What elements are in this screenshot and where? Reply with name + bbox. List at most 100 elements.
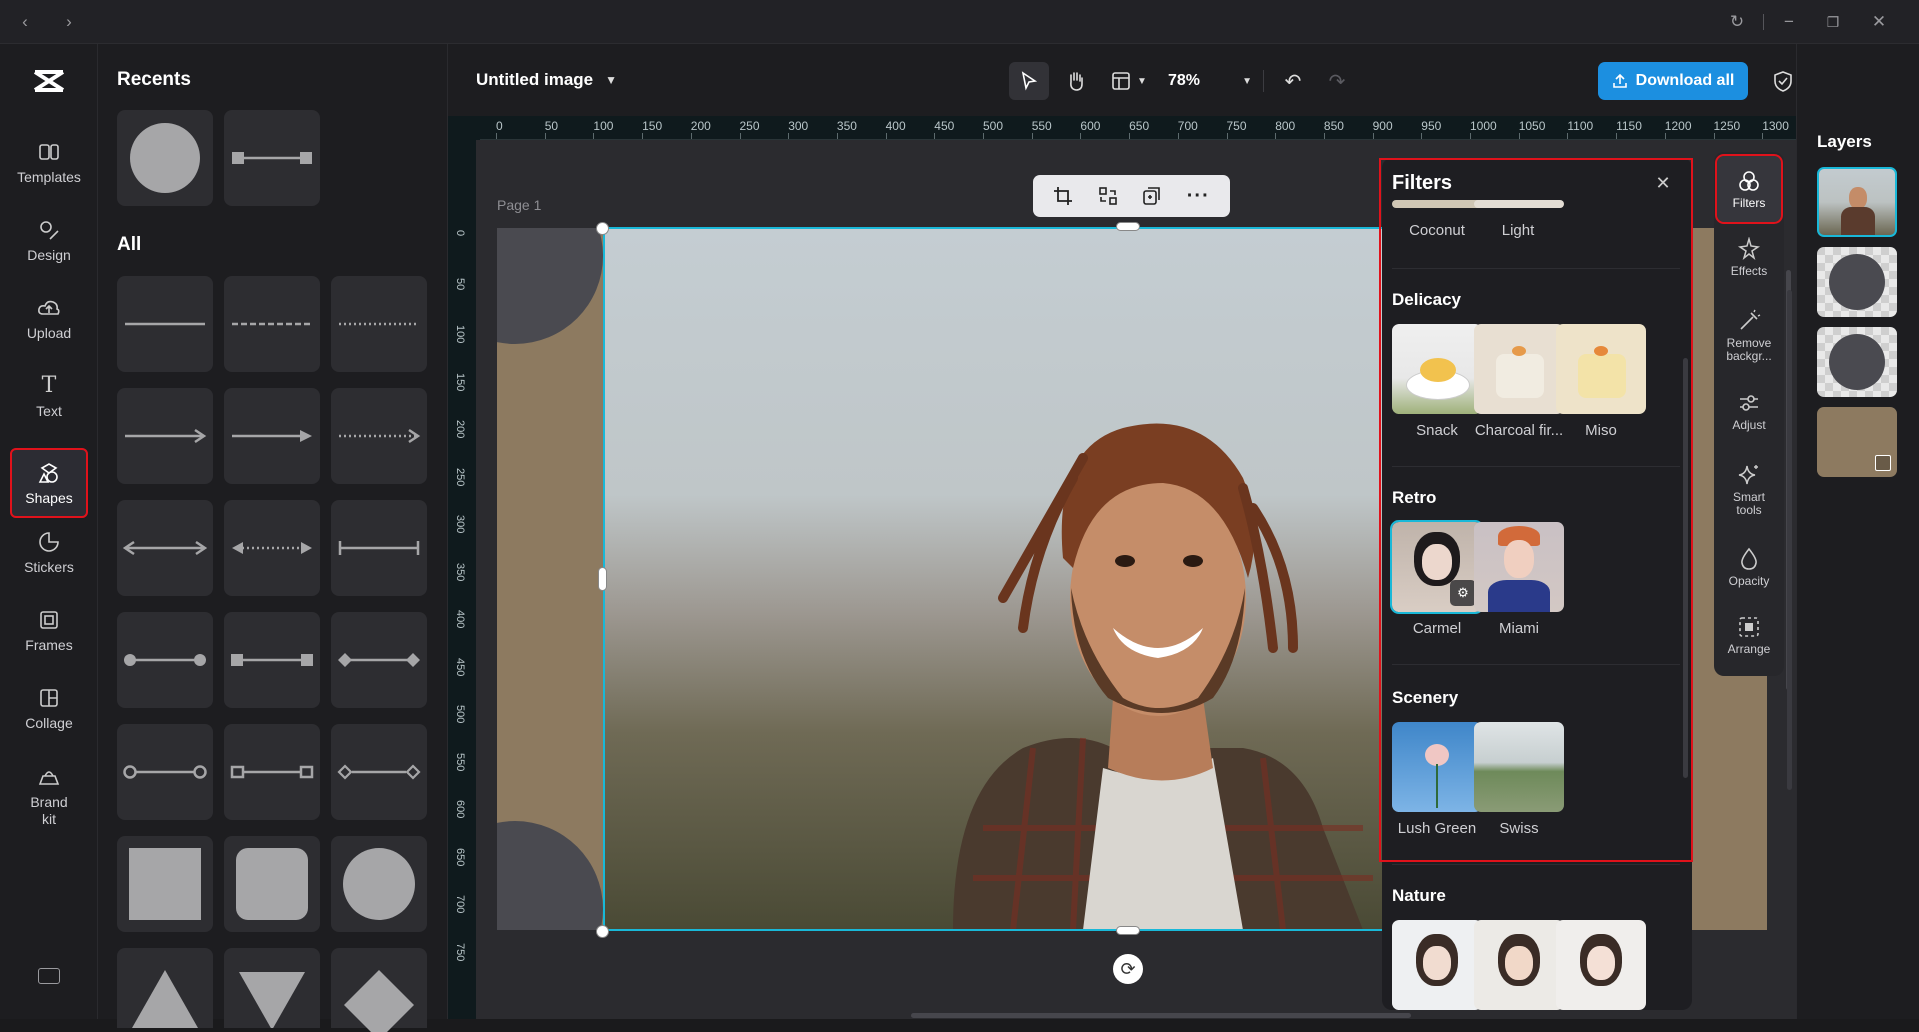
filter-miso[interactable]: [1556, 324, 1646, 414]
tool-opacity[interactable]: Opacity: [1714, 546, 1784, 588]
layer-photo[interactable]: [1817, 167, 1897, 237]
nav-design[interactable]: Design: [10, 206, 88, 274]
document-title-dropdown[interactable]: Untitled image ▼: [476, 70, 617, 90]
smart-tools-sparkle-icon: [1736, 462, 1762, 488]
layer-background[interactable]: [1817, 407, 1897, 477]
crop-icon[interactable]: [1053, 186, 1073, 206]
redo-icon[interactable]: ↷: [1322, 66, 1352, 96]
shape-double-arrow[interactable]: [117, 500, 213, 596]
nav-text[interactable]: T Text: [10, 362, 88, 430]
filter-snack[interactable]: [1392, 324, 1482, 414]
nav-brand-kit[interactable]: Brand kit: [10, 756, 88, 836]
flip-icon[interactable]: [1098, 186, 1118, 206]
resize-handle-bottom[interactable]: [1116, 926, 1140, 935]
right-scrollbar[interactable]: [1787, 290, 1792, 790]
close-window-icon[interactable]: ✕: [1866, 10, 1892, 34]
more-options-icon[interactable]: ···: [1187, 185, 1210, 208]
filter-miami[interactable]: [1474, 522, 1564, 612]
app-logo-icon[interactable]: [31, 66, 67, 96]
chevron-down-icon: ▼: [1242, 76, 1252, 87]
shape-line-dot-ends[interactable]: [117, 612, 213, 708]
shape-square[interactable]: [117, 836, 213, 932]
horizontal-scrollbar[interactable]: [911, 1013, 1411, 1018]
filter-nature-2[interactable]: [1474, 920, 1564, 1010]
filter-carmel-selected[interactable]: ⚙: [1392, 522, 1482, 612]
keyboard-shortcuts-icon[interactable]: [38, 968, 60, 984]
shape-line-hollow-diamond-ends[interactable]: [331, 724, 427, 820]
shape-line-hollow-dot-ends[interactable]: [117, 724, 213, 820]
hollow-square-end-line-icon: [230, 764, 314, 780]
select-tool-button[interactable]: [1009, 62, 1049, 100]
close-filters-icon[interactable]: ✕: [1652, 172, 1674, 194]
recent-shape-circle[interactable]: [117, 110, 213, 206]
nav-templates[interactable]: Templates: [10, 128, 88, 196]
shape-rounded-square[interactable]: [224, 836, 320, 932]
nav-upload[interactable]: Upload: [10, 284, 88, 352]
resize-handle-bottom-left[interactable]: [596, 925, 609, 938]
shape-arrow-solid[interactable]: [224, 388, 320, 484]
rotate-handle-icon[interactable]: ⟳: [1113, 954, 1143, 984]
left-navigation: Templates Design Upload T Text Shapes St…: [0, 44, 98, 1019]
filters-scrollbar[interactable]: [1683, 358, 1688, 778]
shape-line-square-ends[interactable]: [224, 612, 320, 708]
nav-stickers[interactable]: Stickers: [10, 518, 88, 586]
shield-icon[interactable]: [1768, 66, 1798, 96]
tool-arrange[interactable]: Arrange: [1714, 614, 1784, 656]
resize-handle-top[interactable]: [1116, 222, 1140, 231]
tool-effects[interactable]: Effects: [1714, 236, 1784, 278]
duplicate-icon[interactable]: [1142, 186, 1162, 206]
undo-icon[interactable]: ↶: [1278, 66, 1308, 96]
tool-remove-background[interactable]: Remove backgr...: [1714, 308, 1784, 363]
filter-nature-1[interactable]: [1392, 920, 1482, 1010]
filter-thumb-light[interactable]: [1474, 200, 1564, 208]
resize-handle-left[interactable]: [598, 567, 607, 591]
filter-lush-green[interactable]: [1392, 722, 1482, 812]
background-edit-icon[interactable]: [1875, 455, 1891, 471]
shape-line-dashed[interactable]: [224, 276, 320, 372]
shape-inverted-triangle[interactable]: [224, 948, 320, 1028]
restore-icon[interactable]: ❐: [1820, 10, 1846, 34]
adjust-filter-icon[interactable]: ⚙: [1450, 580, 1476, 606]
shape-double-arrow-dotted[interactable]: [224, 500, 320, 596]
nav-collage[interactable]: Collage: [10, 674, 88, 742]
filter-nature-3[interactable]: [1556, 920, 1646, 1010]
shape-line-solid[interactable]: [117, 276, 213, 372]
circle-shape-bottom[interactable]: [497, 821, 603, 930]
shape-circle[interactable]: [331, 836, 427, 932]
shape-line-diamond-ends[interactable]: [331, 612, 427, 708]
zoom-dropdown[interactable]: 78% ▼: [1168, 64, 1252, 98]
shape-line-bar-ends[interactable]: [331, 500, 427, 596]
filter-swiss[interactable]: [1474, 722, 1564, 812]
layer-circle-2[interactable]: [1817, 327, 1897, 397]
recent-shape-square-line[interactable]: [224, 110, 320, 206]
minimize-icon[interactable]: −: [1776, 10, 1802, 34]
filter-thumb-coconut[interactable]: [1392, 200, 1482, 208]
shape-line-hollow-square-ends[interactable]: [224, 724, 320, 820]
cursor-icon: [1019, 71, 1039, 91]
tool-adjust[interactable]: Adjust: [1714, 390, 1784, 432]
layer-circle-1[interactable]: [1817, 247, 1897, 317]
nav-shapes[interactable]: Shapes: [10, 448, 88, 518]
refresh-icon[interactable]: ↻: [1724, 10, 1750, 34]
nav-frames[interactable]: Frames: [10, 596, 88, 664]
sliders-icon: [1736, 390, 1762, 416]
shape-line-dotted[interactable]: [331, 276, 427, 372]
shape-arrow-dotted[interactable]: [331, 388, 427, 484]
forward-icon[interactable]: ›: [56, 10, 82, 34]
hand-tool-button[interactable]: [1059, 64, 1093, 98]
resize-handle-top-left[interactable]: [596, 222, 609, 235]
solid-line-icon: [123, 321, 207, 327]
shape-arrow-line[interactable]: [117, 388, 213, 484]
shape-triangle[interactable]: [117, 948, 213, 1028]
ruler-tick: [1275, 133, 1276, 140]
tool-filters[interactable]: Filters: [1717, 156, 1781, 222]
tool-smart-tools[interactable]: Smart tools: [1714, 462, 1784, 517]
filter-charcoal-fir[interactable]: [1474, 324, 1564, 414]
brand-kit-icon: [37, 765, 61, 789]
layout-menu-button[interactable]: ▼: [1104, 64, 1154, 98]
download-all-button[interactable]: Download all: [1598, 62, 1748, 100]
shape-diamond[interactable]: [331, 948, 427, 1028]
zoom-level: 78%: [1168, 72, 1200, 90]
back-icon[interactable]: ‹: [12, 10, 38, 34]
circle-shape-top[interactable]: [497, 228, 603, 344]
